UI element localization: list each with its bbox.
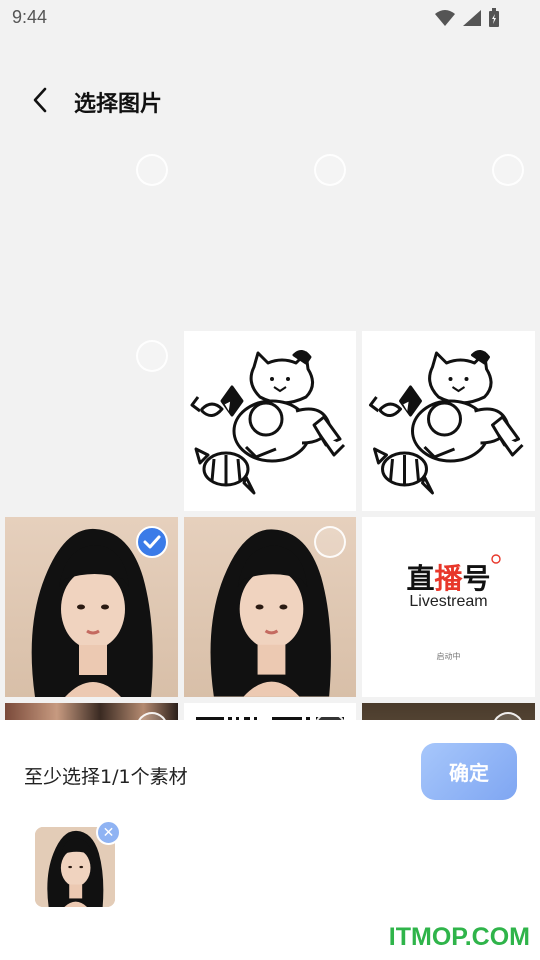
select-circle[interactable] — [314, 154, 346, 186]
logo-char: 号 — [462, 562, 491, 595]
livestream-subtitle: Livestream — [409, 593, 488, 610]
cartoon-cat-image — [190, 350, 346, 495]
livestream-logo: 直播号 — [362, 557, 535, 597]
grid-cell-portrait[interactable] — [5, 517, 178, 697]
status-icons — [434, 8, 500, 28]
select-circle[interactable] — [492, 712, 524, 720]
grid-cell[interactable] — [5, 331, 178, 511]
logo-char: 直 — [406, 562, 435, 595]
selection-bar: 至少选择1/1个素材 确定 ✕ ITMOP.COM — [0, 720, 540, 960]
selected-check[interactable] — [136, 526, 168, 558]
status-bar: 9:44 — [0, 0, 540, 36]
select-circle[interactable] — [492, 154, 524, 186]
select-circle[interactable] — [136, 340, 168, 372]
grid-cell-collage[interactable] — [5, 703, 178, 720]
page-header: 选择图片 — [0, 76, 540, 126]
copyright-icon — [491, 554, 501, 564]
page-title: 选择图片 — [74, 92, 163, 117]
grid-cell[interactable] — [5, 145, 178, 325]
select-circle[interactable] — [136, 154, 168, 186]
logo-char-red: 播 — [434, 562, 463, 595]
watermark: ITMOP.COM — [388, 923, 530, 951]
grid-cell-cartoon[interactable] — [184, 331, 356, 511]
grid-cell-portrait[interactable] — [184, 517, 356, 697]
check-icon — [143, 535, 161, 549]
select-circle[interactable] — [136, 712, 168, 720]
back-button[interactable] — [24, 84, 56, 116]
status-time: 9:44 — [12, 7, 48, 27]
wifi-icon — [435, 10, 455, 26]
grid-cell[interactable] — [362, 145, 535, 325]
cartoon-cat-image — [369, 350, 524, 495]
livestream-tiny-text: 启动中 — [436, 652, 461, 661]
grid-cell-cartoon[interactable] — [362, 331, 535, 511]
grid-cell-barcode[interactable] — [184, 703, 356, 720]
signal-icon — [463, 10, 481, 26]
grid-cell-landscape[interactable] — [362, 703, 535, 720]
battery-icon — [489, 8, 499, 27]
chevron-left-icon — [33, 87, 47, 113]
grid-cell[interactable] — [184, 145, 356, 325]
close-icon: ✕ — [102, 824, 115, 841]
confirm-button[interactable]: 确定 — [421, 743, 517, 800]
selection-hint: 至少选择1/1个素材 — [24, 766, 188, 788]
grid-cell-livestream[interactable]: 直播号 Livestream 启动中 — [362, 517, 535, 697]
select-circle[interactable] — [314, 526, 346, 558]
remove-thumbnail-button[interactable]: ✕ — [96, 820, 121, 845]
image-grid: 直播号 Livestream 启动中 — [0, 145, 540, 720]
